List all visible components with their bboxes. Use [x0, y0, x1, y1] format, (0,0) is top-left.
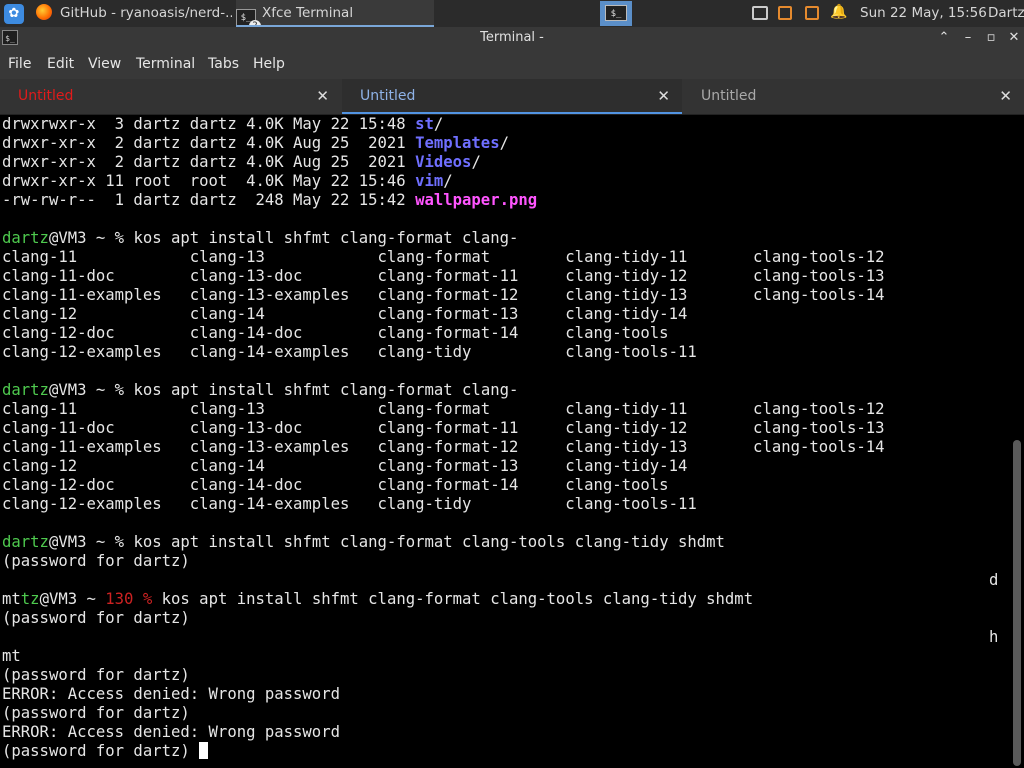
password-prompt-line: (password for dartz): [2, 666, 190, 684]
completion-line: clang-12-examples clang-14-examples clan…: [2, 495, 697, 513]
prompt-line: mttz@VM3 ~ 130 % kos apt install shfmt c…: [2, 590, 754, 608]
listing-line: drwxr-xr-x 11 root root 4.0K May 22 15:4…: [2, 172, 453, 190]
error-line: ERROR: Access denied: Wrong password: [2, 685, 340, 703]
menu-view[interactable]: View: [88, 49, 121, 79]
terminal-launcher-button[interactable]: $_: [600, 1, 632, 26]
taskbar-item-terminal[interactable]: $_ 2 Xfce Terminal: [236, 0, 434, 27]
completion-line: clang-12 clang-14 clang-format-13 clang-…: [2, 457, 688, 475]
text-cursor: [199, 742, 209, 759]
menu-bar: File Edit View Terminal Tabs Help: [0, 49, 1024, 79]
completion-line: clang-12 clang-14 clang-format-13 clang-…: [2, 305, 688, 323]
tab-label: Untitled: [18, 88, 74, 104]
completion-line: clang-11-examples clang-13-examples clan…: [2, 438, 885, 456]
completion-line: clang-11-examples clang-13-examples clan…: [2, 286, 885, 304]
listing-line: drwxr-xr-x 2 dartz dartz 4.0K Aug 25 202…: [2, 134, 509, 152]
completion-line: clang-11-doc clang-13-doc clang-format-1…: [2, 267, 885, 285]
tab-1[interactable]: Untitled ✕: [0, 79, 341, 114]
prompt-line: dartz@VM3 ~ % kos apt install shfmt clan…: [2, 229, 519, 247]
stray-line: d: [989, 571, 999, 589]
password-prompt-line: (password for dartz): [2, 552, 190, 570]
scrollbar-thumb[interactable]: [1013, 440, 1021, 766]
menu-terminal[interactable]: Terminal: [136, 49, 195, 79]
display-icon[interactable]: [752, 6, 768, 20]
window-titlebar[interactable]: $_ Terminal - ⌃ – ▫ ✕: [0, 27, 1024, 49]
menu-file[interactable]: File: [8, 49, 31, 79]
listing-line: drwxr-xr-x 2 dartz dartz 4.0K Aug 25 202…: [2, 153, 481, 171]
minimize-button[interactable]: –: [958, 27, 978, 49]
tray-app-icon[interactable]: [778, 6, 792, 20]
maximize-button[interactable]: ▫: [981, 27, 1001, 49]
completion-line: clang-12-doc clang-14-doc clang-format-1…: [2, 324, 669, 342]
error-line: ERROR: Access denied: Wrong password: [2, 723, 340, 741]
menu-help[interactable]: Help: [253, 49, 285, 79]
shade-button[interactable]: ⌃: [934, 27, 954, 49]
clock[interactable]: Sun 22 May, 15:56: [860, 0, 987, 27]
firefox-icon: [36, 4, 52, 20]
tab-close-icon[interactable]: ✕: [657, 79, 670, 113]
tab-label: Untitled: [701, 88, 757, 104]
completion-line: clang-12-examples clang-14-examples clan…: [2, 343, 697, 361]
tab-close-icon[interactable]: ✕: [999, 79, 1012, 113]
tab-3[interactable]: Untitled ✕: [683, 79, 1024, 114]
top-panel: ✿ GitHub - ryanoasis/nerd-... $_ 2 Xfce Te…: [0, 0, 1024, 27]
window-count-badge: 2: [249, 20, 261, 25]
completion-line: clang-11-doc clang-13-doc clang-format-1…: [2, 419, 885, 437]
prompt-line: dartz@VM3 ~ % kos apt install shfmt clan…: [2, 381, 519, 399]
whisker-menu-icon[interactable]: ✿: [4, 4, 24, 24]
output-line: mt: [2, 647, 21, 665]
menu-tabs[interactable]: Tabs: [208, 49, 239, 79]
listing-line: -rw-rw-r-- 1 dartz dartz 248 May 22 15:4…: [2, 191, 538, 209]
menu-edit[interactable]: Edit: [47, 49, 74, 79]
tab-label: Untitled: [360, 88, 416, 104]
close-button[interactable]: ✕: [1004, 27, 1024, 49]
completion-line: clang-12-doc clang-14-doc clang-format-1…: [2, 476, 669, 494]
stray-line: h: [989, 628, 999, 646]
taskbar-item-firefox[interactable]: GitHub - ryanoasis/nerd-...: [36, 0, 232, 27]
completion-line: clang-11 clang-13 clang-format clang-tid…: [2, 400, 885, 418]
tab-bar: Untitled ✕ Untitled ✕ Untitled ✕: [0, 79, 1024, 115]
tab-close-icon[interactable]: ✕: [316, 79, 329, 113]
listing-line: drwxrwxr-x 3 dartz dartz 4.0K May 22 15:…: [2, 115, 444, 133]
tray-app-icon-2[interactable]: [805, 6, 819, 20]
completion-line: clang-11 clang-13 clang-format clang-tid…: [2, 248, 885, 266]
terminal-icon: $_ 2: [236, 9, 261, 25]
taskbar-item-label: GitHub - ryanoasis/nerd-...: [60, 5, 232, 21]
user-menu[interactable]: Dartz: [988, 0, 1024, 27]
password-prompt-line: (password for dartz): [2, 704, 190, 722]
bell-icon[interactable]: 🔔: [830, 5, 847, 19]
input-line[interactable]: (password for dartz): [2, 742, 1008, 761]
terminal-icon: $_: [605, 5, 627, 21]
tab-2[interactable]: Untitled ✕: [342, 79, 682, 114]
password-prompt-line: (password for dartz): [2, 609, 190, 627]
taskbar-item-label: Xfce Terminal: [262, 5, 354, 21]
terminal-output[interactable]: drwxrwxr-x 3 dartz dartz 4.0K May 22 15:…: [2, 115, 1008, 768]
prompt-line: dartz@VM3 ~ % kos apt install shfmt clan…: [2, 533, 725, 551]
window-title: Terminal -: [480, 30, 544, 45]
